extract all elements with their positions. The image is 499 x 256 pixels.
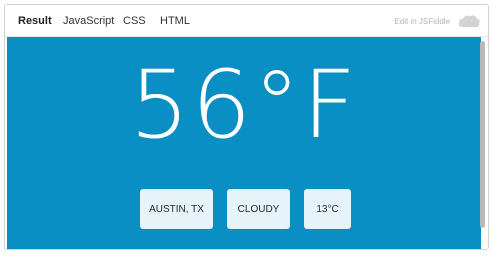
temperature-display: 56°F [129,51,359,160]
cloud-icon[interactable] [457,13,481,28]
tab-bar: Result JavaScript CSS HTML Edit in JSFid… [5,5,488,37]
celsius-card[interactable]: 13°C [304,189,351,229]
condition-card[interactable]: CLOUDY [227,189,290,229]
tab-javascript[interactable]: JavaScript [63,15,114,27]
result-pane: 56°F AUSTIN, TX CLOUDY 13°C [7,37,481,249]
tab-result[interactable]: Result [18,15,52,27]
tab-css[interactable]: CSS [123,15,146,27]
jsfiddle-embed: Result JavaScript CSS HTML Edit in JSFid… [4,4,489,250]
location-card[interactable]: AUSTIN, TX [140,189,213,229]
scrollbar[interactable] [480,41,485,228]
tab-html[interactable]: HTML [160,15,190,27]
edit-in-jsfiddle-link[interactable]: Edit in JSFiddle [394,17,450,26]
